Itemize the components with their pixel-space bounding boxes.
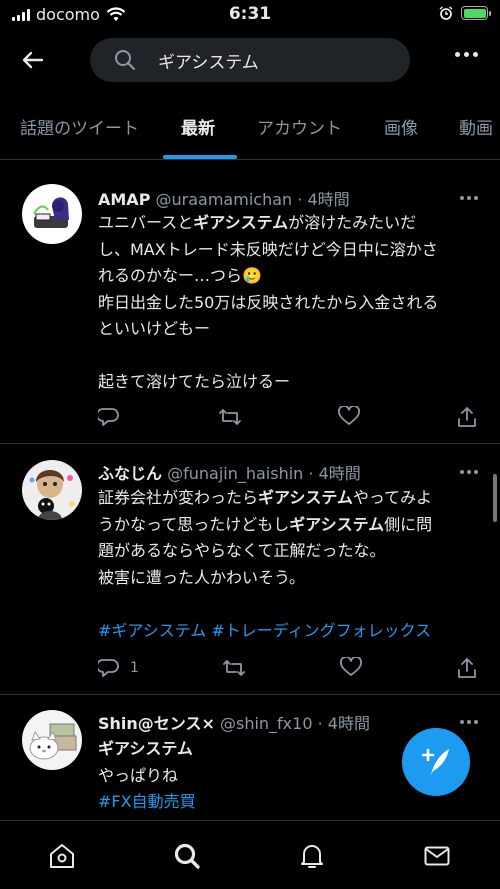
more-icon[interactable] (460, 470, 478, 474)
share-icon (458, 658, 476, 678)
timestamp[interactable]: 4時間 (319, 464, 361, 483)
alarm-icon (439, 6, 453, 20)
like-icon (340, 657, 362, 676)
tweet-header: AMAP @uraamamichan · 4時間 (98, 190, 350, 209)
hashtags[interactable]: #FX自動売買 (98, 789, 473, 816)
tab-top[interactable]: 話題のツイート (20, 114, 139, 139)
reply-count: 1 (130, 660, 139, 676)
avatar[interactable] (22, 460, 82, 520)
display-name[interactable]: AMAP (98, 190, 150, 209)
retweet-button[interactable] (222, 657, 246, 679)
more-icon[interactable] (460, 196, 478, 200)
search-bar[interactable] (90, 38, 410, 82)
tweet[interactable]: AMAP @uraamamichan · 4時間 ユニバースとギアシステムが溶け… (0, 170, 500, 444)
active-tab-indicator (163, 155, 237, 159)
user-handle[interactable]: @shin_fx10 (220, 714, 313, 733)
reply-button[interactable] (98, 406, 130, 428)
timestamp[interactable]: 4時間 (328, 714, 370, 733)
hashtags[interactable]: #ギアシステム #トレーディングフォレックス (98, 618, 473, 645)
scrollbar[interactable] (493, 474, 497, 522)
tab-images[interactable]: 画像 (384, 114, 418, 139)
tweet-header: ふなじん @funajin_haishin · 4時間 (98, 464, 361, 483)
search-input[interactable] (158, 50, 378, 70)
tweet-header: Shin@センス× @shin_fx10 · 4時間 (98, 714, 370, 733)
search-icon[interactable] (172, 841, 202, 871)
share-button[interactable] (456, 657, 478, 679)
display-name[interactable]: ふなじん (98, 464, 162, 483)
avatar[interactable] (22, 184, 82, 244)
search-header (0, 38, 500, 82)
retweet-button[interactable] (218, 406, 242, 428)
more-icon[interactable] (460, 720, 478, 724)
timestamp[interactable]: 4時間 (307, 190, 349, 209)
reply-button[interactable]: 1 (98, 657, 139, 679)
search-tabs: 話題のツイート 最新 アカウント 画像 動画 (0, 100, 500, 160)
display-name[interactable]: Shin@センス× (98, 714, 215, 733)
mail-icon[interactable] (422, 841, 452, 871)
share-button[interactable] (456, 406, 478, 428)
clock: 6:31 (228, 4, 272, 24)
status-bar: docomo 6:31 (0, 0, 500, 30)
user-handle[interactable]: @funajin_haishin (167, 464, 303, 483)
back-arrow-icon[interactable] (18, 46, 48, 74)
battery-icon (461, 6, 491, 20)
avatar[interactable] (22, 710, 82, 770)
bottom-nav (0, 820, 500, 889)
like-icon (338, 406, 360, 425)
retweet-icon (219, 409, 241, 425)
compose-icon (421, 748, 449, 775)
compose-button[interactable] (402, 728, 470, 796)
like-button[interactable] (338, 406, 360, 426)
reply-icon (98, 408, 119, 426)
bell-icon[interactable] (297, 841, 327, 871)
reply-icon (98, 659, 119, 677)
tweet-actions (98, 406, 478, 430)
tweet-actions: 1 (98, 657, 478, 681)
like-button[interactable] (340, 657, 362, 677)
tab-latest[interactable]: 最新 (181, 114, 215, 139)
tweet[interactable]: ふなじん @funajin_haishin · 4時間 証券会社が変わったらギア… (0, 445, 500, 695)
more-icon[interactable] (455, 52, 478, 57)
share-icon (458, 407, 476, 427)
retweet-icon (223, 660, 245, 676)
tweet-text: ユニバースとギアシステムが溶けたみたいだ し、MAXトレード未反映だけど今日中に… (98, 213, 439, 391)
user-handle[interactable]: @uraamamichan (156, 190, 293, 209)
home-icon[interactable] (47, 841, 77, 871)
search-icon (114, 49, 136, 71)
tweet-text: 証券会社が変わったらギアシステムやってみよ うかなって思ったけどもしギアシステム… (98, 485, 473, 644)
tab-videos[interactable]: 動画 (459, 114, 493, 139)
tab-accounts[interactable]: アカウント (257, 114, 342, 139)
